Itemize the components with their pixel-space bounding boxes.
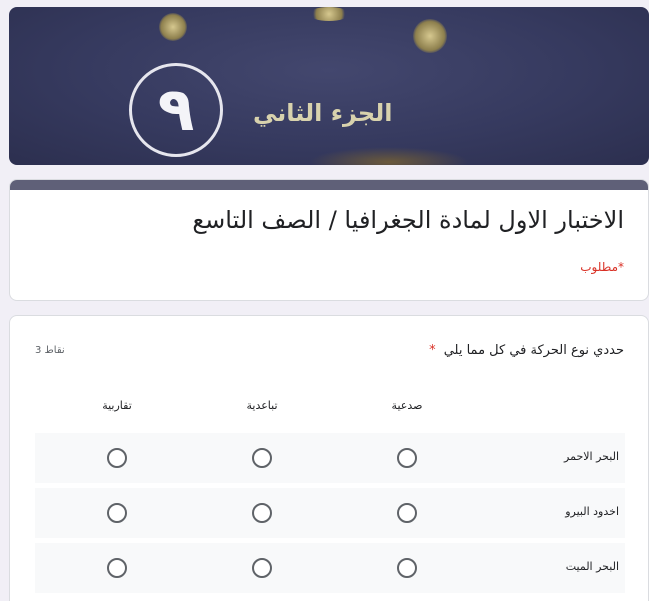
question-text: حددي نوع الحركة في كل مما يلي (443, 343, 624, 358)
column-label-convergent: تقاربية (102, 399, 132, 412)
decorative-ornament (159, 13, 187, 41)
decorative-ornament (413, 19, 447, 53)
radio-row2-faulting[interactable] (397, 503, 417, 523)
radio-row1-faulting[interactable] (397, 448, 417, 468)
grid-row: البحر الميت (35, 543, 625, 593)
accent-strip (10, 180, 648, 190)
decorative-ornament (309, 147, 469, 165)
form-title: الاختبار الاول لمادة الجغرافيا / الصف ال… (192, 206, 624, 234)
column-label-faulting: صدعية (391, 399, 423, 412)
form-title-card: الاختبار الاول لمادة الجغرافيا / الصف ال… (9, 179, 649, 301)
choice-grid: صدعية تباعدية تقاربية البحر الاحمر اخدود… (35, 391, 625, 598)
required-note: *مطلوب (580, 260, 624, 274)
radio-row3-convergent[interactable] (107, 558, 127, 578)
question-card: حددي نوع الحركة في كل مما يلي * 3 نقاط ص… (9, 315, 649, 601)
radio-row2-convergent[interactable] (107, 503, 127, 523)
banner-caption: الجزء الثاني (253, 99, 393, 127)
grade-number: ٩ (157, 75, 195, 145)
radio-row1-convergent[interactable] (107, 448, 127, 468)
radio-row1-divergent[interactable] (252, 448, 272, 468)
row-label: البحر الاحمر (564, 450, 619, 463)
row-label: اخدود البيرو (565, 505, 619, 518)
radio-row3-divergent[interactable] (252, 558, 272, 578)
required-star: * (429, 343, 436, 358)
decorative-ornament (309, 7, 349, 21)
grade-number-badge: ٩ (129, 63, 223, 157)
points-label: 3 نقاط (35, 345, 65, 356)
radio-row2-divergent[interactable] (252, 503, 272, 523)
header-banner-image: ٩ الجزء الثاني (9, 7, 649, 165)
grid-row: البحر الاحمر (35, 433, 625, 483)
grid-row: اخدود البيرو (35, 488, 625, 538)
question-title: حددي نوع الحركة في كل مما يلي * (429, 343, 624, 358)
column-label-divergent: تباعدية (246, 399, 278, 412)
row-label: البحر الميت (565, 560, 619, 573)
radio-row3-faulting[interactable] (397, 558, 417, 578)
grid-header: صدعية تباعدية تقاربية (35, 391, 625, 433)
